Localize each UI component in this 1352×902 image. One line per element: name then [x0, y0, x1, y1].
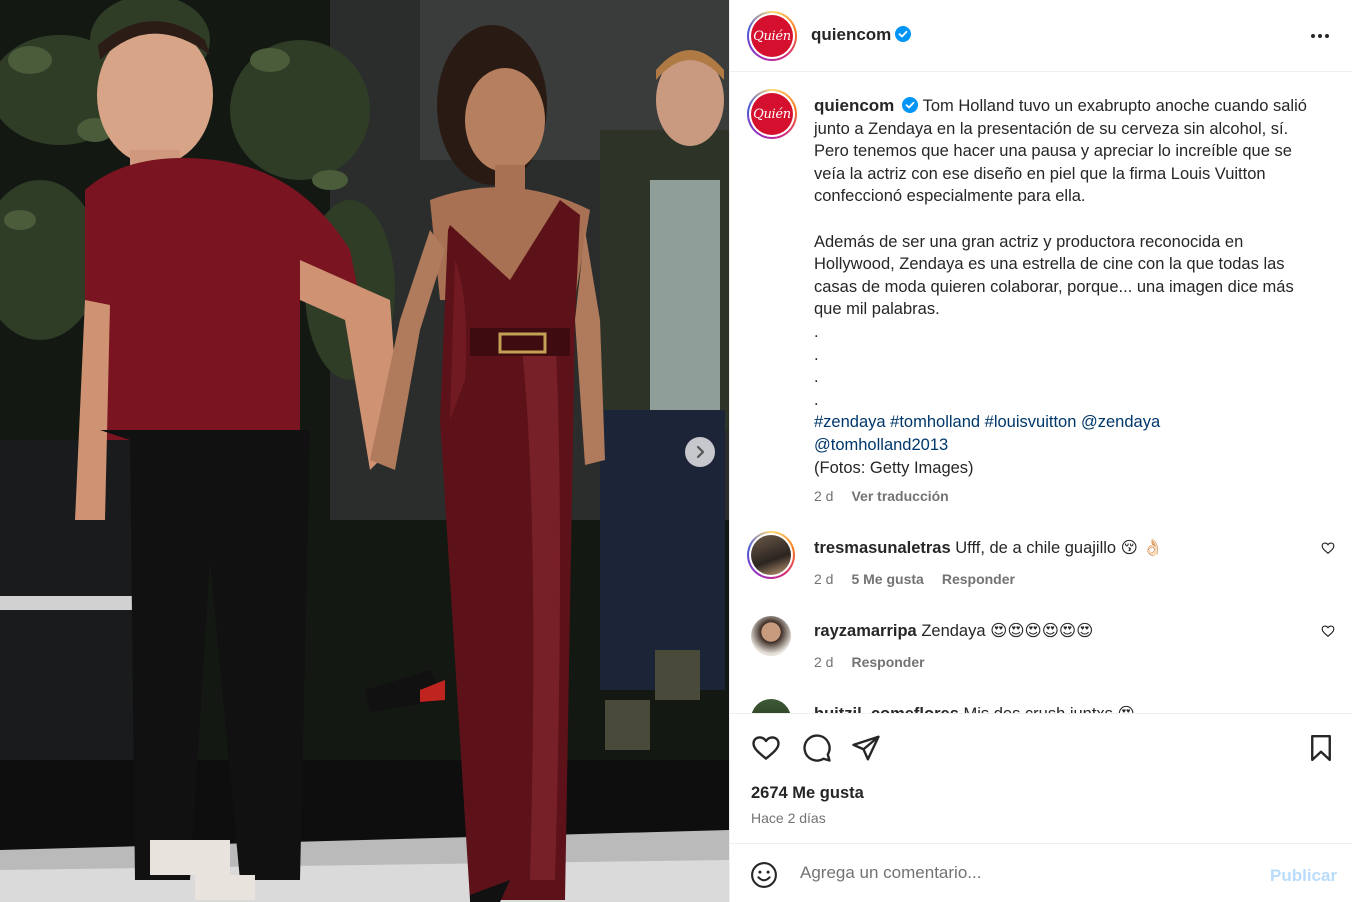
comment-time[interactable]: 2 d [814, 654, 833, 670]
hashtag-link[interactable]: #louisvuitton [985, 413, 1077, 431]
commenter-username[interactable]: rayzamarripa [814, 622, 917, 640]
comment-composer: Publicar [730, 843, 1352, 902]
comment-time[interactable]: 2 d [814, 571, 833, 587]
share-send-icon[interactable] [851, 733, 881, 763]
comment-bubble-icon[interactable] [802, 733, 832, 763]
commenter-username[interactable]: tresmasunaletras [814, 539, 951, 557]
comment-text: Zendaya 😍😍😍😍😍😍 [921, 622, 1094, 640]
commenter-username[interactable]: huitzil_comeflores [814, 705, 959, 713]
hashtag-link[interactable]: #zendaya [814, 413, 886, 431]
carousel-next-button[interactable] [685, 437, 715, 467]
post-photo-illustration [0, 0, 729, 902]
emoji-icon[interactable] [750, 861, 778, 889]
caption-dot: . [814, 322, 819, 341]
commenter-avatar[interactable] [751, 616, 791, 656]
publish-button[interactable]: Publicar [1270, 866, 1337, 886]
reply-button[interactable]: Responder [851, 654, 924, 670]
commenter-avatar[interactable] [747, 531, 795, 579]
comment-item: huitzil_comeflores Mis dos crush juntxs … [747, 697, 1337, 713]
post-side-panel: Quién quiencom Quién quiencom Tom Hollan… [729, 0, 1352, 902]
verified-badge-icon [902, 97, 919, 113]
see-translation-button[interactable]: Ver traducción [851, 488, 948, 504]
author-username[interactable]: quiencom [811, 25, 912, 45]
reply-button[interactable]: Responder [942, 571, 1015, 587]
caption-username[interactable]: quiencom [814, 96, 894, 115]
verified-badge-icon [895, 26, 912, 42]
caption-tags: #zendaya #tomholland #louisvuitton @zend… [814, 411, 1324, 456]
comment-input[interactable] [800, 858, 1250, 888]
caption-paragraph-2: Además de ser una gran actriz y producto… [814, 232, 1294, 319]
hashtag-link[interactable]: #tomholland [890, 413, 980, 431]
caption-meta: 2 d Ver traducción [814, 485, 1324, 508]
bookmark-save-icon[interactable] [1306, 733, 1336, 763]
caption-dot: . [814, 390, 819, 409]
brand-logo: Quién [751, 15, 793, 57]
heart-icon[interactable] [1321, 624, 1335, 638]
comment-likes[interactable]: 5 Me gusta [851, 571, 923, 587]
likes-count[interactable]: 2674 Me gusta [751, 784, 864, 803]
commenter-avatar[interactable] [751, 699, 791, 713]
comment-item: tresmasunaletras Ufff, de a chile guajil… [747, 531, 1337, 601]
post-photo [0, 0, 729, 902]
comment-meta: 2 d Responder [814, 651, 1294, 673]
caption-time[interactable]: 2 d [814, 488, 833, 504]
post-timestamp[interactable]: Hace 2 días [751, 810, 826, 826]
author-avatar[interactable]: Quién [747, 11, 797, 61]
comment-text: Ufff, de a chile guajillo 😚 👌🏻 [955, 539, 1164, 557]
caption-author-avatar[interactable]: Quién [747, 89, 797, 139]
post-actions: 2674 Me gusta Hace 2 días [730, 713, 1352, 843]
comment-meta: 2 d 5 Me gusta Responder [814, 568, 1294, 590]
caption-dot: . [814, 368, 819, 387]
caption-dot: . [814, 345, 819, 364]
caption-text: quiencom Tom Holland tuvo un exabrupto a… [814, 95, 1324, 508]
mention-link[interactable]: @zendaya [1081, 413, 1160, 431]
comment-text: Mis dos crush juntxs 😍 [963, 705, 1134, 713]
brand-logo: Quién [751, 93, 793, 135]
comment-item: rayzamarripa Zendaya 😍😍😍😍😍😍 2 d Responder [747, 614, 1337, 684]
like-heart-icon[interactable] [751, 733, 781, 763]
chevron-right-icon [696, 445, 705, 459]
heart-icon[interactable] [1321, 541, 1335, 555]
more-options-icon[interactable] [1310, 26, 1330, 46]
post-header: Quién quiencom [730, 0, 1352, 72]
comments-scroll-area[interactable]: Quién quiencom Tom Holland tuvo un exabr… [730, 73, 1352, 713]
mention-link[interactable]: @tomholland2013 [814, 436, 948, 454]
photo-credit: (Fotos: Getty Images) [814, 458, 974, 477]
